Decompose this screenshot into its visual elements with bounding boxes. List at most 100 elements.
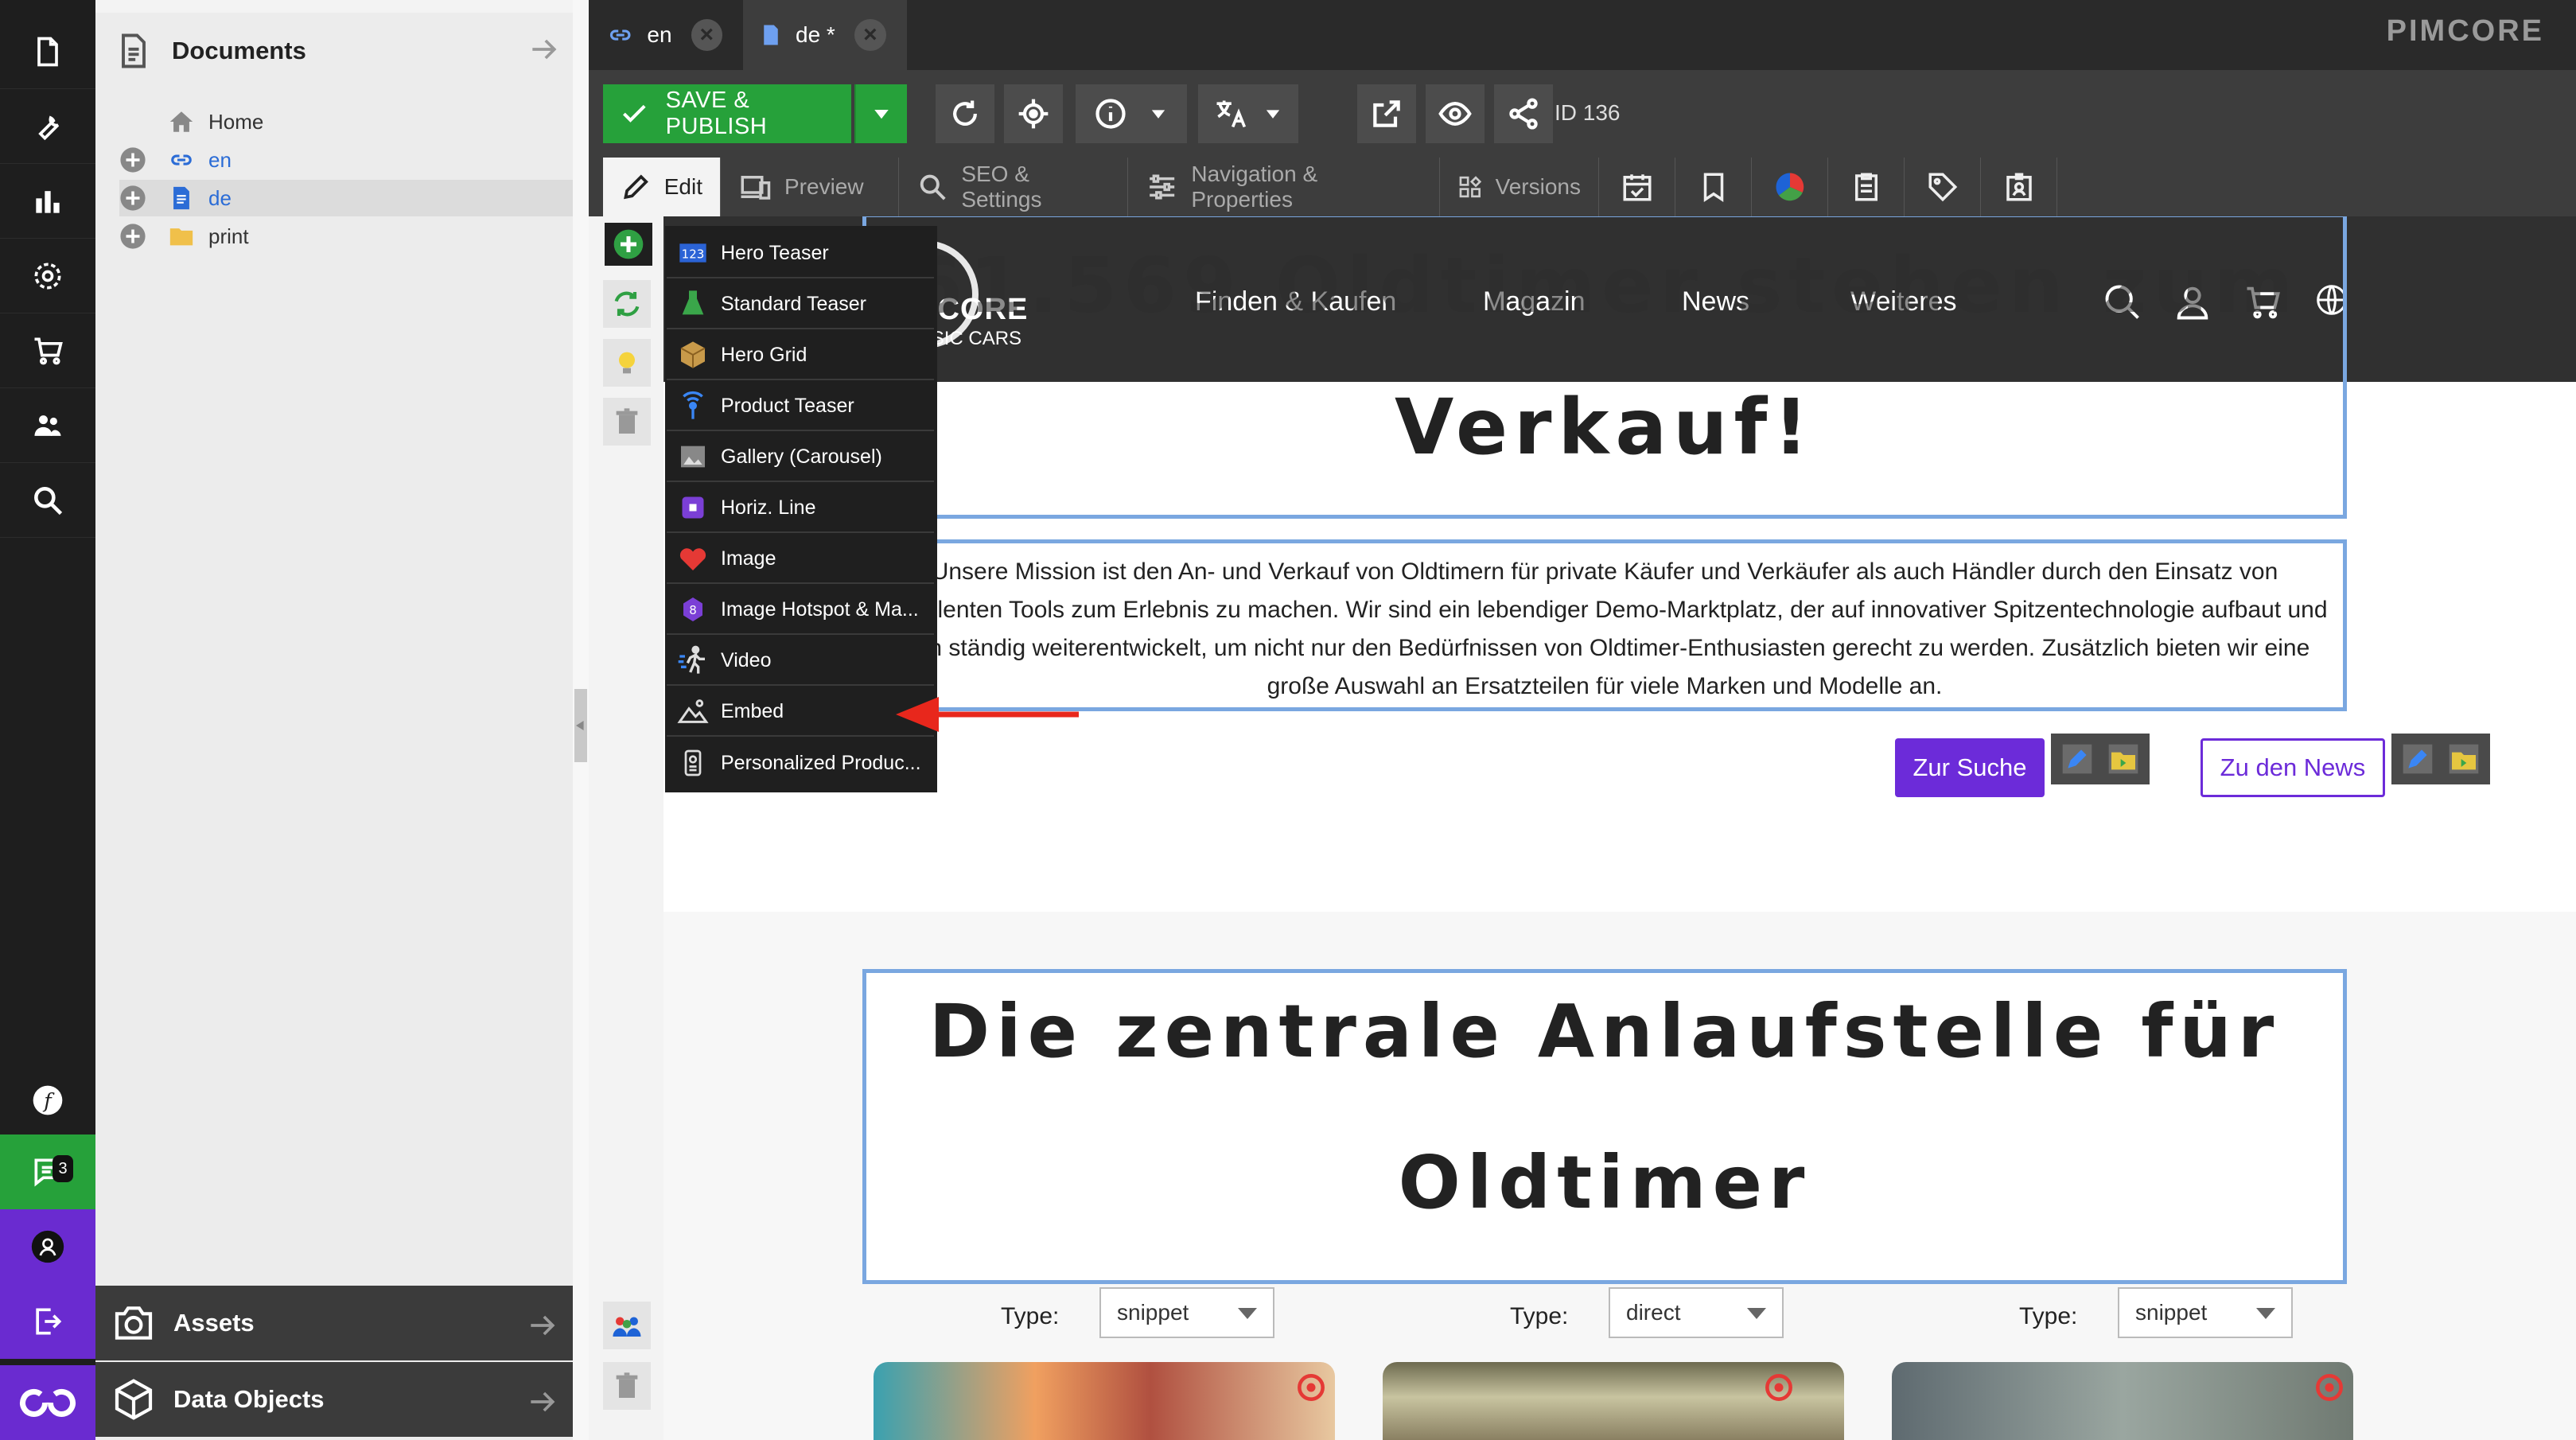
collapse-handle[interactable] — [574, 689, 587, 762]
line-icon — [676, 491, 710, 524]
save-publish-button[interactable]: SAVE & PUBLISH — [603, 84, 851, 143]
share-button[interactable] — [1494, 84, 1553, 143]
zur-suche-button[interactable]: Zur Suche — [1895, 738, 2045, 797]
tab-tags[interactable] — [1905, 158, 1981, 216]
tab-en[interactable]: en × — [589, 0, 738, 70]
info-button[interactable] — [1076, 84, 1187, 143]
target-icon[interactable] — [1294, 1370, 1329, 1405]
save-options-dropdown[interactable] — [854, 84, 907, 143]
tree-header: Documents — [95, 13, 573, 89]
trash-icon — [616, 1372, 638, 1398]
chat-icon[interactable]: 3 — [0, 1134, 95, 1209]
badge-icon — [2006, 173, 2032, 201]
headline-line-2: Verkauf! — [1394, 383, 1815, 472]
menu-item-label: Gallery (Carousel) — [721, 445, 882, 468]
target-icon[interactable] — [2312, 1370, 2347, 1405]
hint-button[interactable] — [603, 339, 651, 387]
chart-icon[interactable] — [0, 164, 95, 239]
menu-item-label: Standard Teaser — [721, 292, 866, 315]
gear-icon[interactable] — [0, 239, 95, 313]
mission-editable[interactable]: Unsere Mission ist den An- und Verkauf v… — [862, 539, 2347, 711]
zu-den-news-button[interactable]: Zu den News — [2200, 738, 2385, 797]
teaser-image-2[interactable] — [1383, 1362, 1844, 1440]
users-icon[interactable] — [0, 388, 95, 463]
arrow-right-icon[interactable] — [527, 32, 562, 67]
expand-plus-icon[interactable] — [119, 223, 146, 250]
delete-block-button[interactable] — [603, 398, 651, 446]
logout-icon[interactable] — [0, 1284, 95, 1359]
section-2-headline-editable[interactable]: Die zentrale Anlaufstelle für Oldtimer — [862, 969, 2347, 1284]
tab-navigation-properties[interactable]: Navigation & Properties — [1128, 158, 1440, 216]
caret-down-icon — [1151, 110, 1165, 119]
tab-preview[interactable]: Preview — [721, 158, 899, 216]
translate-button[interactable] — [1198, 84, 1298, 143]
reload-block-button[interactable] — [603, 280, 651, 328]
tab-de[interactable]: de * × — [743, 0, 907, 70]
reload-button[interactable] — [936, 84, 994, 143]
delete-button[interactable] — [603, 1362, 651, 1410]
menu-item-video[interactable]: Video — [667, 636, 934, 686]
profile-icon[interactable] — [0, 1209, 95, 1284]
edit-link-icon[interactable] — [2397, 738, 2438, 780]
close-icon[interactable]: × — [691, 19, 722, 51]
menu-item-horiz-line[interactable]: Horiz. Line — [667, 484, 934, 533]
personas-button[interactable] — [603, 1302, 651, 1349]
arrow-right-icon[interactable] — [525, 1384, 560, 1419]
assets-panel[interactable]: Assets — [95, 1286, 573, 1360]
calendar-icon — [1623, 174, 1651, 201]
tag-icon — [1928, 173, 1957, 202]
teaser-image-1[interactable] — [874, 1362, 1335, 1440]
arrow-right-icon[interactable] — [525, 1308, 560, 1343]
tab-workflow[interactable] — [1981, 158, 2057, 216]
menu-item-gallery-carousel[interactable]: Gallery (Carousel) — [667, 433, 934, 482]
menu-item-standard-teaser[interactable]: Standard Teaser — [667, 280, 934, 329]
type-select-3[interactable]: snippet — [2118, 1287, 2293, 1338]
menu-item-image-hotspot[interactable]: 8 Image Hotspot & Ma... — [667, 586, 934, 635]
open-folder-icon[interactable] — [2443, 738, 2485, 780]
close-icon[interactable]: × — [854, 19, 886, 51]
menu-item-embed[interactable]: Embed — [667, 687, 934, 737]
pimcore-logo-icon[interactable] — [0, 1365, 95, 1440]
target-icon[interactable] — [1761, 1370, 1796, 1405]
menu-item-personalized-product[interactable]: Personalized Produc... — [667, 738, 934, 788]
open-folder-icon[interactable] — [2103, 738, 2144, 780]
reload-icon — [953, 100, 977, 126]
type-select-1[interactable]: snippet — [1099, 1287, 1274, 1338]
tab-label: Versions — [1495, 174, 1581, 199]
expand-plus-icon[interactable] — [119, 146, 146, 173]
heart-icon — [676, 542, 710, 575]
preview-button[interactable] — [1426, 84, 1485, 143]
wrench-icon[interactable] — [0, 89, 95, 164]
expand-plus-icon[interactable] — [119, 185, 146, 212]
symfony-icon[interactable]: f — [0, 1063, 95, 1138]
edit-link-icon[interactable] — [2057, 738, 2098, 780]
tree-item-print[interactable]: print — [119, 218, 649, 255]
menu-item-hero-grid[interactable]: Hero Grid — [667, 331, 934, 380]
tab-versions[interactable]: Versions — [1440, 158, 1599, 216]
data-objects-panel[interactable]: Data Objects — [95, 1362, 573, 1437]
tree-item-de[interactable]: de — [119, 180, 578, 216]
locate-button[interactable] — [1004, 84, 1063, 143]
landscape-icon — [676, 695, 710, 728]
headline-editable[interactable]: 61.569 Oldtimer stehen zum Verkauf! — [862, 216, 2347, 519]
type-select-2[interactable]: direct — [1609, 1287, 1784, 1338]
add-block-button[interactable] — [605, 223, 652, 266]
menu-item-hero-teaser[interactable]: 123 Hero Teaser — [667, 229, 934, 278]
tab-schedule[interactable] — [1599, 158, 1675, 216]
document-icon[interactable] — [0, 14, 95, 89]
tab-seo-settings[interactable]: SEO & Settings — [899, 158, 1128, 216]
brand-logo: PIMCORE — [2386, 14, 2544, 48]
tab-targeting[interactable] — [1752, 158, 1828, 216]
open-external-button[interactable] — [1357, 84, 1416, 143]
search-icon[interactable] — [0, 463, 95, 538]
tree-item-home[interactable]: Home — [119, 103, 649, 140]
type-label: Type: — [1510, 1303, 1569, 1329]
cart-icon[interactable] — [0, 313, 95, 388]
menu-item-image[interactable]: Image — [667, 535, 934, 584]
menu-item-product-teaser[interactable]: Product Teaser — [667, 382, 934, 431]
tab-bookmark[interactable] — [1675, 158, 1752, 216]
tab-edit[interactable]: Edit — [603, 158, 721, 216]
tree-item-en[interactable]: en — [119, 142, 649, 178]
teaser-image-3[interactable] — [1892, 1362, 2353, 1440]
tab-notes[interactable] — [1828, 158, 1905, 216]
